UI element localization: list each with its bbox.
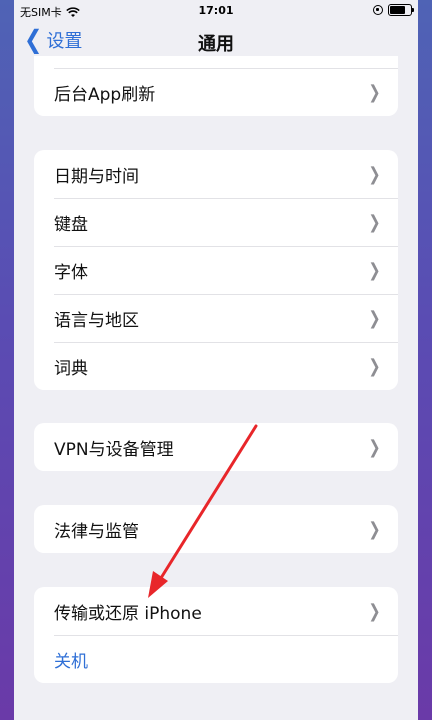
settings-group-background: 后台App刷新 ❯ [34,56,398,116]
row-label: 字体 [54,262,88,283]
row-label: 词典 [54,358,88,379]
settings-group-localization: 日期与时间 ❯ 键盘 ❯ 字体 ❯ 语言与地区 ❯ 词典 ❯ [34,150,398,390]
status-time: 17:01 [198,4,234,17]
row-shut-down[interactable]: 关机 [34,635,398,683]
chevron-right-icon: ❯ [368,163,381,185]
chevron-right-icon: ❯ [368,355,381,377]
row-date-time[interactable]: 日期与时间 ❯ [34,150,398,198]
row-transfer-reset-iphone[interactable]: 传输或还原 iPhone ❯ [34,587,398,635]
battery-level [390,6,405,14]
row-language-region[interactable]: 语言与地区 ❯ [34,294,398,342]
chevron-right-icon: ❯ [368,518,381,540]
settings-group-reset: 传输或还原 iPhone ❯ 关机 [34,587,398,683]
settings-group-legal: 法律与监管 ❯ [34,505,398,553]
row-label: 传输或还原 iPhone [54,603,202,624]
orientation-lock-icon [373,5,383,15]
chevron-right-icon: ❯ [368,307,381,329]
page-title: 通用 [198,34,234,55]
row-label: VPN与设备管理 [54,439,174,460]
settings-screen: 无SIM卡 17:01 ❮ 设置 通用 后台App刷新 ❯ 日期与时间 ❯ 键盘… [14,0,418,720]
row-legal-regulatory[interactable]: 法律与监管 ❯ [34,505,398,553]
status-right [373,4,414,16]
row-background-app-refresh[interactable]: 后台App刷新 ❯ [34,68,398,116]
chevron-right-icon: ❯ [368,81,381,103]
status-bar: 无SIM卡 17:01 [14,0,418,22]
row-label: 后台App刷新 [54,84,156,105]
settings-group-vpn: VPN与设备管理 ❯ [34,423,398,471]
chevron-right-icon: ❯ [368,259,381,281]
row-label: 语言与地区 [54,310,139,331]
row-label: 键盘 [54,214,88,235]
battery-icon [388,4,414,16]
scrolled-row-remnant [34,56,398,68]
row-dictionary[interactable]: 词典 ❯ [34,342,398,390]
row-fonts[interactable]: 字体 ❯ [34,246,398,294]
chevron-right-icon: ❯ [368,436,381,458]
row-keyboard[interactable]: 键盘 ❯ [34,198,398,246]
shut-down-label: 关机 [54,651,88,672]
row-vpn-device-management[interactable]: VPN与设备管理 ❯ [34,423,398,471]
row-label: 日期与时间 [54,166,139,187]
chevron-right-icon: ❯ [368,600,381,622]
row-label: 法律与监管 [54,521,139,542]
chevron-right-icon: ❯ [368,211,381,233]
